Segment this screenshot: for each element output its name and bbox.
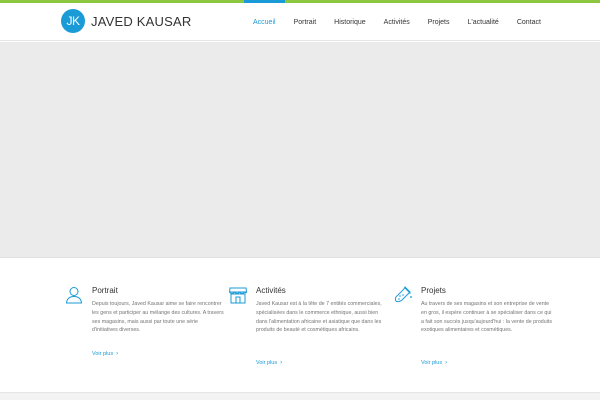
nav-item-portrait[interactable]: Portrait: [285, 3, 326, 41]
feature-title: Projets: [421, 286, 446, 295]
footer-strip: [0, 392, 600, 400]
nav-item-activites[interactable]: Activités: [375, 3, 419, 41]
feature-text: Javed Kausar est à la tête de 7 entités …: [256, 301, 382, 334]
site-header: JK JAVED KAUSAR Accueil Portrait Histori…: [0, 0, 600, 41]
feature-text: Depuis toujours, Javed Kausar aime se fa…: [92, 301, 224, 334]
feature-title: Portrait: [92, 286, 118, 295]
nav-item-projets[interactable]: Projets: [419, 3, 459, 41]
site-logo[interactable]: JK JAVED KAUSAR: [61, 9, 191, 33]
hero-banner: [0, 42, 600, 258]
flask-icon: [394, 286, 412, 303]
feature-text: Au travers de ses magasins et son entrep…: [421, 301, 552, 334]
nav-item-historique[interactable]: Historique: [325, 3, 375, 41]
read-more-link[interactable]: Voir plus ›: [421, 360, 447, 366]
read-more-link[interactable]: Voir plus ›: [256, 360, 282, 366]
logo-text: JAVED KAUSAR: [91, 13, 192, 29]
nav-item-actualite[interactable]: L'actualité: [459, 3, 508, 41]
chevron-right-icon: ›: [280, 360, 283, 366]
nav-item-accueil[interactable]: Accueil: [244, 0, 285, 41]
store-icon: [228, 287, 248, 304]
main-nav: Accueil Portrait Historique Activités Pr…: [244, 0, 550, 41]
read-more-link[interactable]: Voir plus ›: [92, 351, 118, 357]
chevron-right-icon: ›: [445, 360, 448, 366]
features-section: Portrait Depuis toujours, Javed Kausar a…: [0, 259, 600, 366]
user-icon: [65, 287, 83, 304]
feature-title: Activités: [256, 286, 286, 295]
logo-badge: JK: [61, 9, 85, 33]
nav-item-contact[interactable]: Contact: [508, 3, 550, 41]
chevron-right-icon: ›: [116, 351, 119, 357]
